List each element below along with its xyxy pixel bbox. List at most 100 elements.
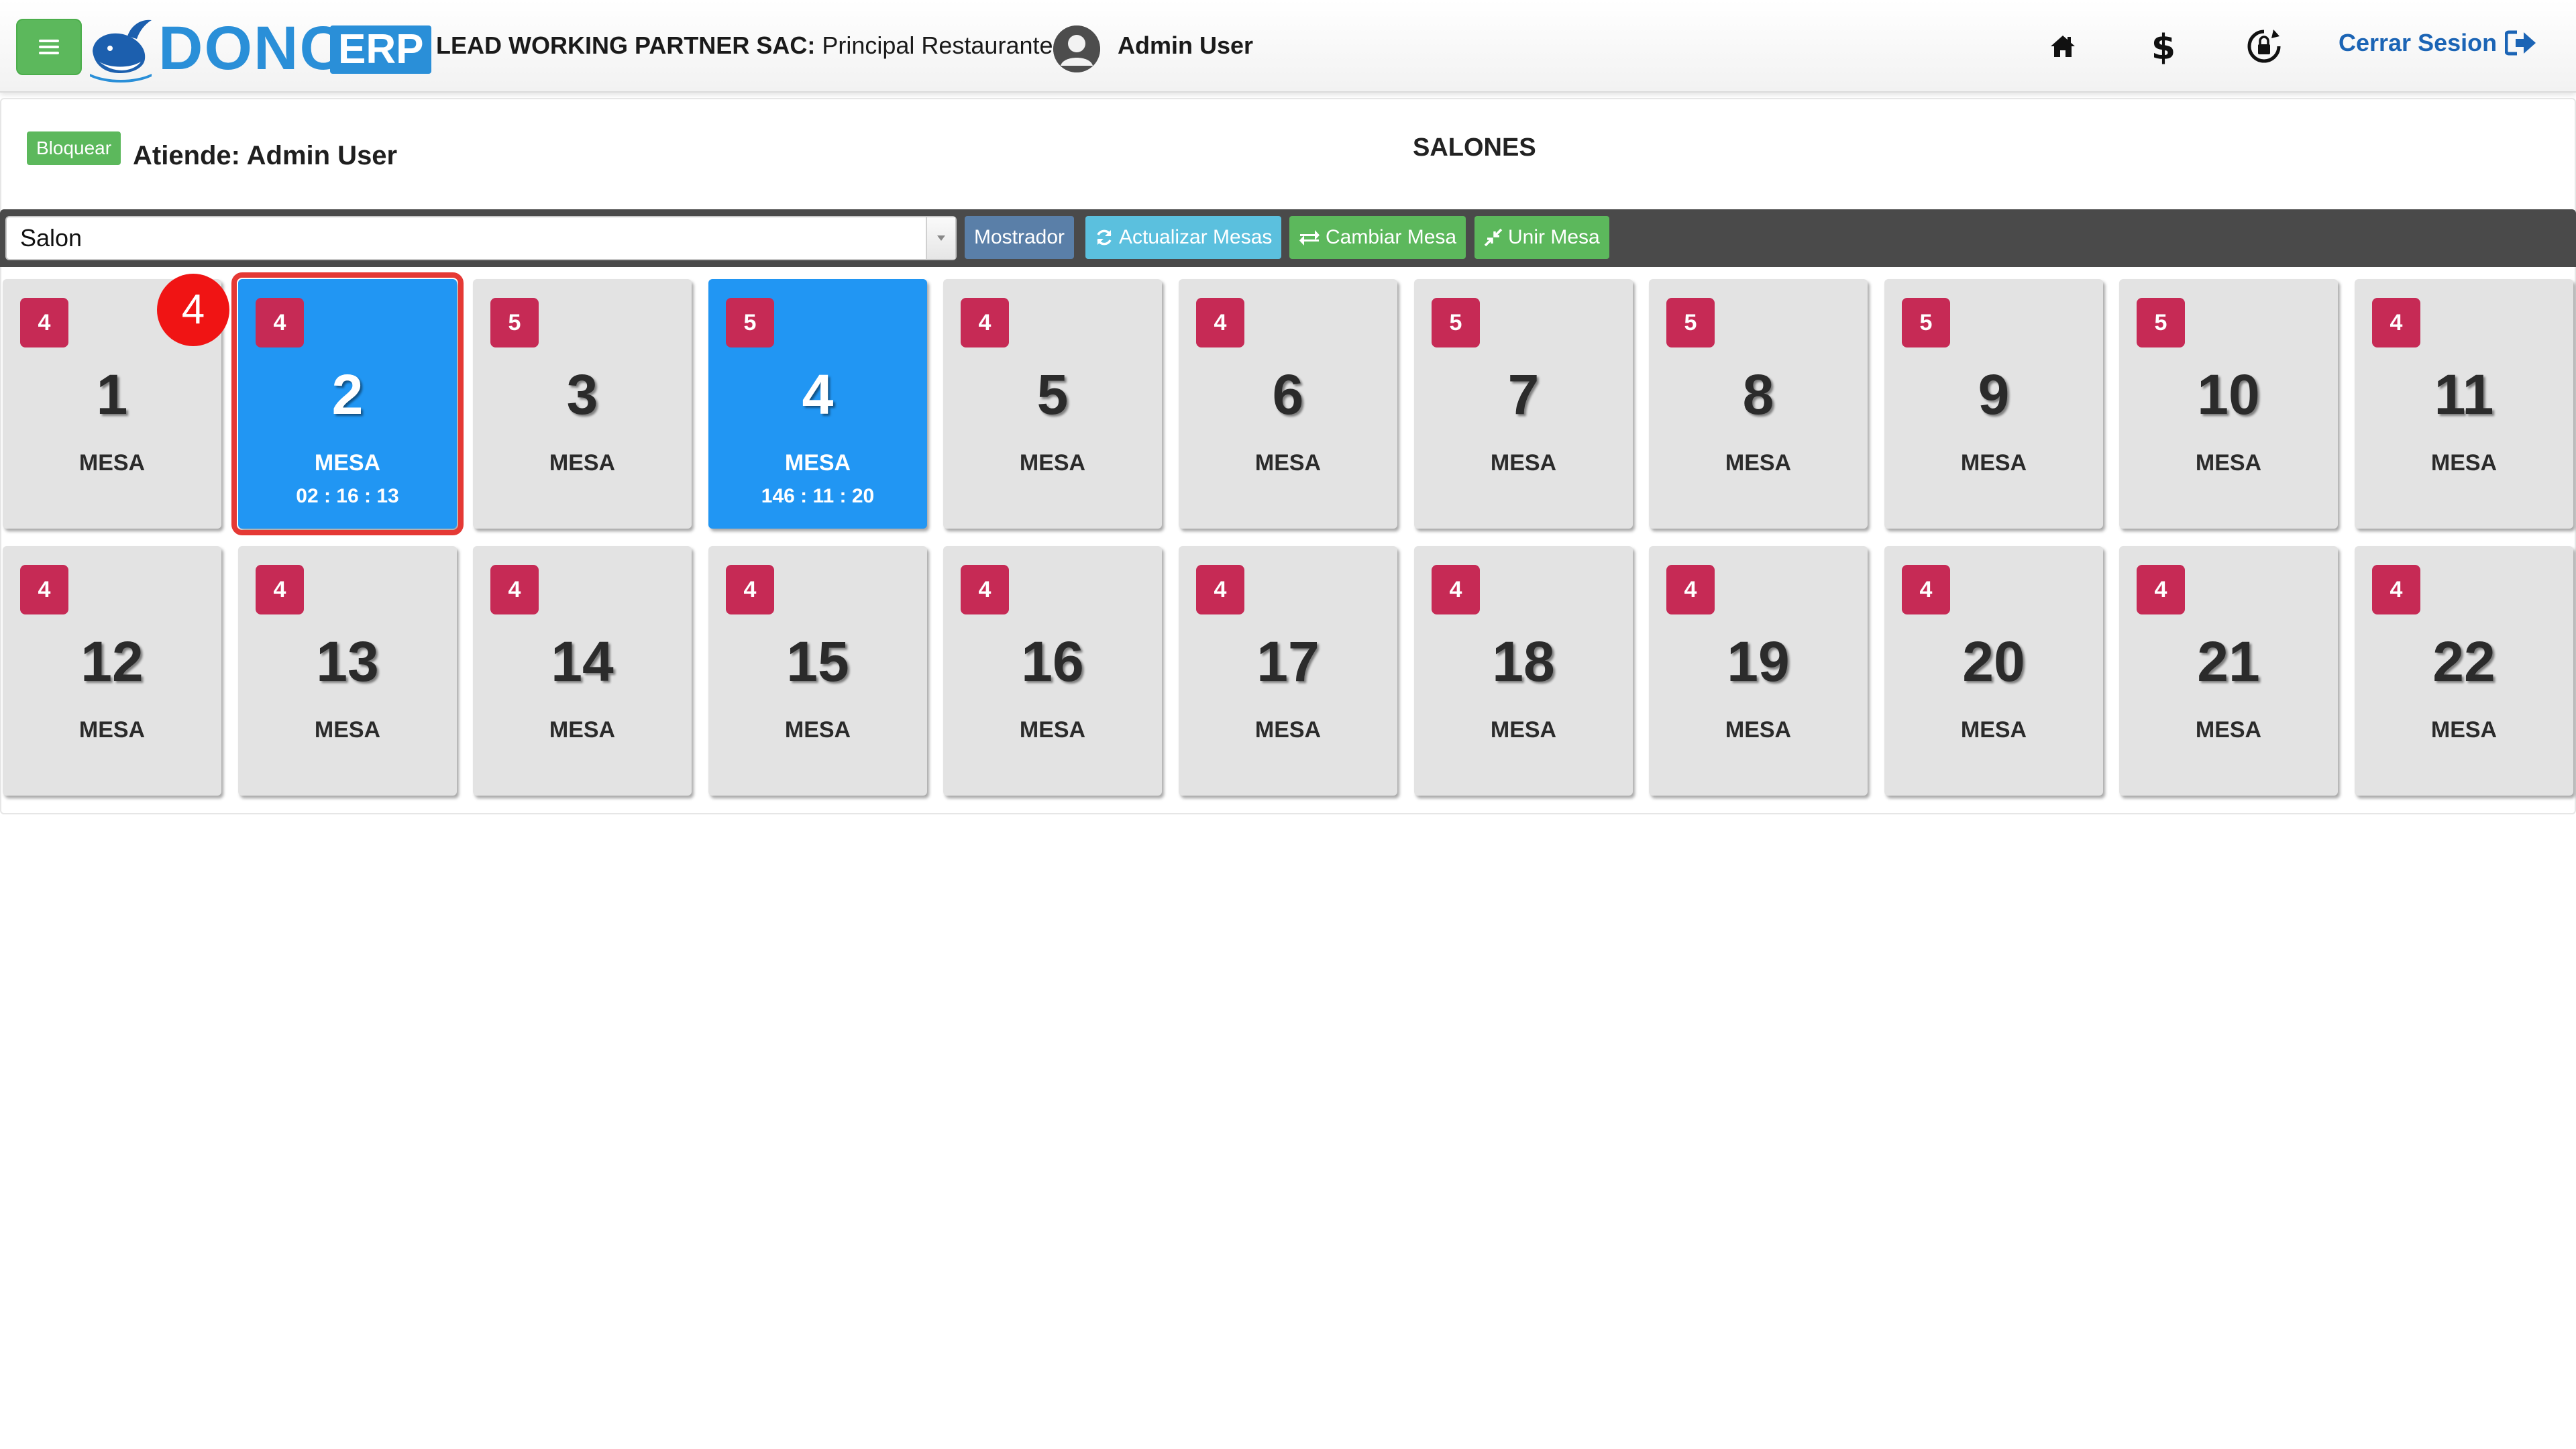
table-card[interactable]: 5 8 MESA [1649, 279, 1868, 529]
table-number: 20 [1962, 630, 2025, 693]
salon-select[interactable]: Salon [5, 216, 957, 260]
table-label: MESA [1490, 717, 1557, 743]
refresh-icon [1097, 229, 1112, 246]
avatar[interactable] [1053, 25, 1100, 72]
table-label: MESA [2430, 450, 2498, 476]
table-label: MESA [1019, 717, 1086, 743]
menu-toggle-button[interactable] [16, 19, 82, 75]
logout-button[interactable]: Cerrar Sesion [2339, 24, 2537, 62]
seats-badge: 4 [490, 565, 539, 614]
table-number: 14 [551, 630, 614, 693]
table-label: MESA [314, 450, 381, 476]
svg-text:$: $ [2151, 28, 2176, 64]
table-card[interactable]: 4 14 MESA [473, 546, 692, 796]
seats-badge: 4 [961, 565, 1009, 614]
tables-toolbar: Salon Mostrador Actualizar Mesas Cambiar… [0, 209, 2576, 267]
table-number: 21 [2197, 630, 2260, 693]
table-card[interactable]: 5 3 MESA [473, 279, 692, 529]
seats-badge: 5 [490, 298, 539, 347]
table-number: 16 [1021, 630, 1084, 693]
app-logo[interactable]: DONCA ERP [87, 9, 432, 83]
table-timer: 02 : 16 : 13 [296, 485, 399, 507]
table-card[interactable]: 4 20 MESA [1884, 546, 2103, 796]
table-card[interactable]: 5 9 MESA [1884, 279, 2103, 529]
lock-rotate-button[interactable] [2241, 23, 2288, 70]
table-card[interactable]: 4 22 MESA [2355, 546, 2573, 796]
table-card[interactable]: 4 19 MESA [1649, 546, 1868, 796]
company-info: LEAD WORKING PARTNER SAC: Principal Rest… [436, 27, 1066, 64]
cash-button[interactable]: $ [2140, 23, 2187, 70]
whale-logo-icon [90, 19, 152, 83]
table-card[interactable]: 4 16 MESA [943, 546, 1162, 796]
seats-badge: 4 [2137, 565, 2185, 614]
table-number: 6 [1272, 363, 1304, 426]
seats-badge: 4 [1196, 565, 1244, 614]
user-avatar-icon [1053, 25, 1100, 72]
table-number: 17 [1256, 630, 1320, 693]
top-navbar: DONCA ERP LEAD WORKING PARTNER SAC: Prin… [0, 0, 2576, 93]
table-card[interactable]: 4 15 MESA [708, 546, 927, 796]
seats-badge: 5 [1432, 298, 1480, 347]
table-card[interactable]: 5 10 MESA [2119, 279, 2338, 529]
seats-badge: 4 [961, 298, 1009, 347]
table-number: 8 [1742, 363, 1774, 426]
seats-badge: 4 [2372, 298, 2420, 347]
table-label: MESA [1254, 450, 1322, 476]
table-card[interactable]: 5 4 MESA 146 : 11 : 20 [708, 279, 927, 529]
seats-badge: 4 [1432, 565, 1480, 614]
page-title: SALONES [1413, 133, 1536, 162]
table-label: MESA [784, 717, 851, 743]
table-number: 3 [566, 363, 598, 426]
lock-button[interactable]: Bloquear [27, 131, 121, 165]
seats-badge: 4 [1196, 298, 1244, 347]
table-number: 10 [2197, 363, 2260, 426]
table-number: 9 [1978, 363, 2010, 426]
table-label: MESA [78, 717, 146, 743]
home-button[interactable] [2039, 23, 2086, 70]
change-table-button[interactable]: Cambiar Mesa [1289, 216, 1466, 259]
mostrador-label: Mostrador [974, 226, 1065, 248]
header-username[interactable]: Admin User [1118, 27, 1253, 64]
chevron-down-icon[interactable] [926, 217, 955, 259]
table-number: 11 [2434, 363, 2494, 426]
table-number: 19 [1727, 630, 1790, 693]
table-number: 4 [802, 363, 834, 426]
compress-icon [1484, 228, 1503, 247]
table-label: MESA [1725, 717, 1792, 743]
table-label: MESA [1960, 450, 2027, 476]
refresh-tables-button[interactable]: Actualizar Mesas [1085, 216, 1282, 259]
table-card[interactable]: 4 13 MESA [238, 546, 457, 796]
dollar-icon: $ [2151, 28, 2176, 64]
table-card[interactable]: 4 21 MESA [2119, 546, 2338, 796]
seats-badge: 4 [256, 298, 304, 347]
join-table-label: Unir Mesa [1508, 226, 1600, 248]
table-label: MESA [549, 717, 616, 743]
table-card[interactable]: 4 11 MESA [2355, 279, 2573, 529]
table-number: 7 [1507, 363, 1540, 426]
seats-badge: 4 [1666, 565, 1715, 614]
step-marker: 4 [157, 274, 229, 346]
seats-badge: 4 [20, 298, 68, 347]
table-card[interactable]: 5 7 MESA [1414, 279, 1633, 529]
join-table-button[interactable]: Unir Mesa [1474, 216, 1609, 259]
table-card[interactable]: 4 2 MESA 02 : 16 : 13 [231, 272, 464, 535]
table-number: 5 [1036, 363, 1069, 426]
table-card[interactable]: 4 5 MESA [943, 279, 1162, 529]
table-label: MESA [1254, 717, 1322, 743]
company-name: LEAD WORKING PARTNER SAC: [436, 32, 816, 59]
table-card[interactable]: 4 18 MESA [1414, 546, 1633, 796]
table-card[interactable]: 4 6 MESA [1179, 279, 1397, 529]
exchange-icon [1299, 230, 1320, 246]
table-label: MESA [1019, 450, 1086, 476]
table-card[interactable]: 4 17 MESA [1179, 546, 1397, 796]
table-number: 18 [1492, 630, 1555, 693]
table-number: 12 [80, 630, 144, 693]
table-label: MESA [549, 450, 616, 476]
table-label: MESA [2195, 717, 2262, 743]
table-card[interactable]: 4 12 MESA [3, 546, 221, 796]
refresh-tables-label: Actualizar Mesas [1119, 226, 1273, 248]
branch-name: Principal Restaurante | [822, 32, 1066, 59]
table-number: 22 [2432, 630, 2496, 693]
mostrador-button[interactable]: Mostrador [965, 216, 1075, 259]
seats-badge: 4 [726, 565, 774, 614]
